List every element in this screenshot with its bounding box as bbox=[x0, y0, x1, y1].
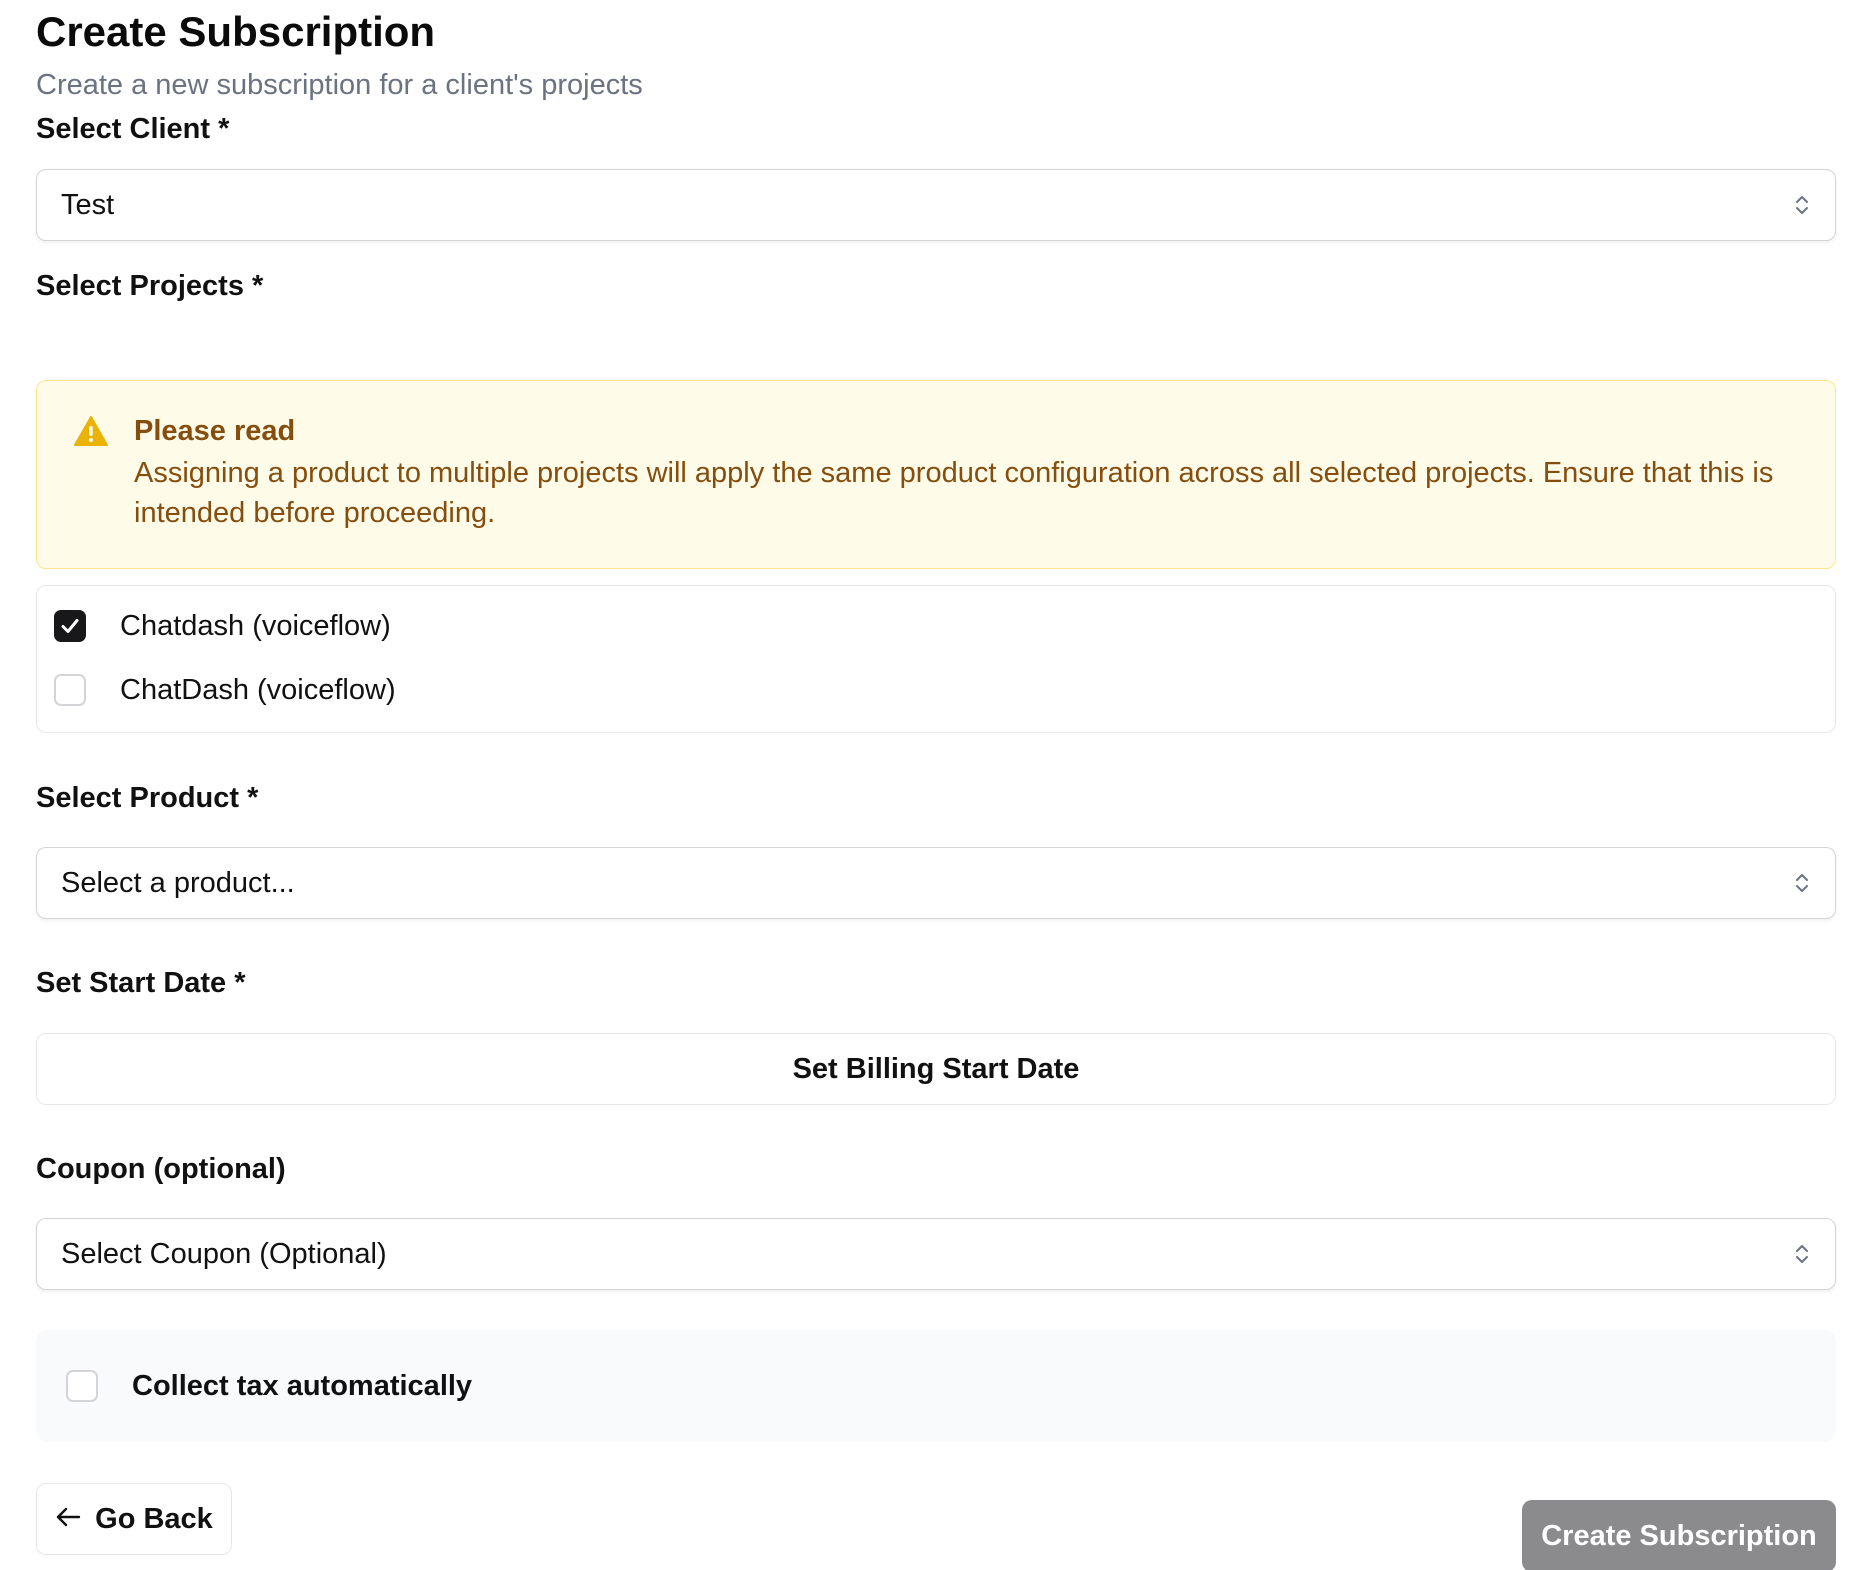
coupon-label: Coupon (optional) bbox=[36, 1153, 286, 1185]
check-icon bbox=[61, 619, 79, 633]
project-option-label: ChatDash (voiceflow) bbox=[120, 674, 396, 706]
alert-title: Please read bbox=[134, 415, 296, 447]
page-title: Create Subscription bbox=[36, 8, 436, 55]
project-option-chatdash[interactable]: Chatdash (voiceflow) bbox=[54, 608, 391, 644]
start-date-label: Set Start Date * bbox=[36, 967, 246, 999]
project-checkbox-checked[interactable] bbox=[54, 610, 86, 642]
create-subscription-button[interactable]: Create Subscription bbox=[1522, 1500, 1836, 1570]
go-back-button[interactable]: Go Back bbox=[36, 1483, 232, 1555]
projects-label: Select Projects * bbox=[36, 270, 264, 302]
client-select-value: Test bbox=[61, 188, 115, 221]
page-subtitle: Create a new subscription for a client's… bbox=[36, 69, 643, 101]
go-back-label: Go Back bbox=[95, 1502, 213, 1535]
client-select[interactable]: Test bbox=[36, 169, 1836, 241]
coupon-select[interactable]: Select Coupon (Optional) bbox=[36, 1218, 1836, 1290]
product-select-value: Select a product... bbox=[61, 866, 295, 899]
collect-tax-label: Collect tax automatically bbox=[132, 1370, 473, 1402]
set-billing-start-date-button[interactable]: Set Billing Start Date bbox=[36, 1033, 1836, 1105]
project-option-chatdash-2[interactable]: ChatDash (voiceflow) bbox=[54, 672, 396, 708]
warning-triangle-icon bbox=[73, 415, 109, 447]
tax-panel: Collect tax automatically bbox=[36, 1330, 1836, 1442]
coupon-select-value: Select Coupon (Optional) bbox=[61, 1237, 387, 1270]
warning-alert: Please read Assigning a product to multi… bbox=[36, 380, 1836, 569]
chevron-up-down-icon bbox=[1793, 191, 1811, 219]
collect-tax-checkbox[interactable] bbox=[66, 1370, 98, 1402]
alert-body: Assigning a product to multiple projects… bbox=[134, 457, 1774, 529]
collect-tax-option[interactable]: Collect tax automatically bbox=[66, 1368, 472, 1404]
arrow-left-icon bbox=[55, 1503, 81, 1536]
create-subscription-page: Create Subscription Create a new subscri… bbox=[0, 0, 1860, 1570]
project-option-label: Chatdash (voiceflow) bbox=[120, 610, 391, 642]
product-label: Select Product * bbox=[36, 782, 259, 814]
projects-list: Chatdash (voiceflow) ChatDash (voiceflow… bbox=[36, 585, 1836, 733]
project-checkbox[interactable] bbox=[54, 674, 86, 706]
chevron-up-down-icon bbox=[1793, 1240, 1811, 1268]
chevron-up-down-icon bbox=[1793, 869, 1811, 897]
client-label: Select Client * bbox=[36, 113, 230, 145]
product-select[interactable]: Select a product... bbox=[36, 847, 1836, 919]
